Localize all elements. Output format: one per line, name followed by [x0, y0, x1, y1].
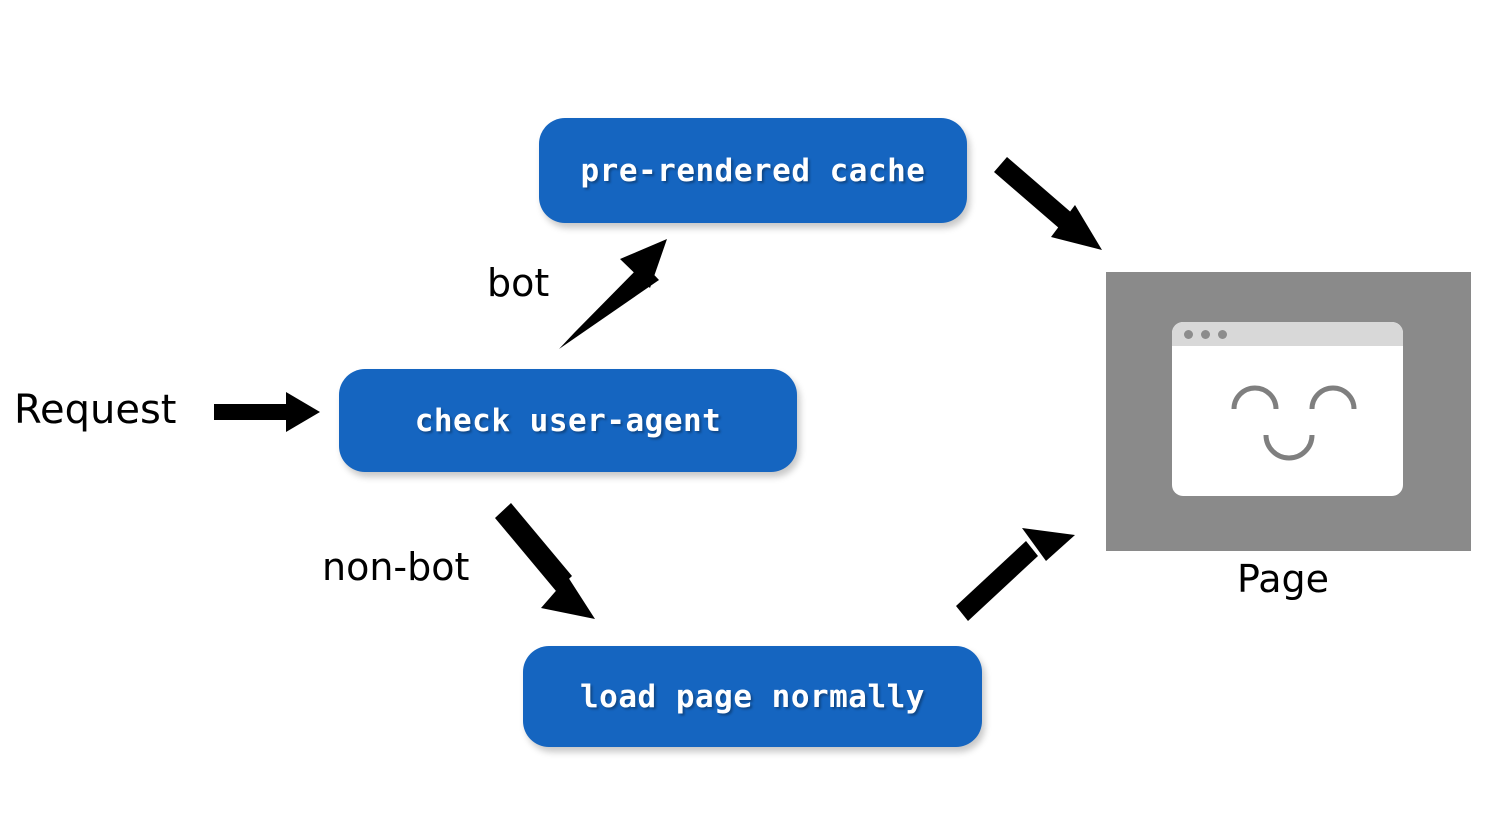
node-check-user-agent-label: check user-agent — [414, 402, 722, 439]
page-artwork-panel — [1106, 272, 1471, 551]
window-dot-icon-1 — [1184, 330, 1193, 339]
diagram-canvas: pre-rendered cache check user-agent load… — [0, 0, 1502, 836]
node-load-page-normally[interactable]: load page normally — [523, 646, 982, 747]
node-check-user-agent[interactable]: check user-agent — [339, 369, 797, 472]
arrow-check-to-cache — [559, 239, 667, 349]
node-pre-rendered-cache[interactable]: pre-rendered cache — [539, 118, 967, 223]
edge-label-non-bot: non-bot — [322, 545, 470, 589]
label-page: Page — [1237, 557, 1329, 601]
arrow-load-to-page — [956, 528, 1075, 621]
label-request: Request — [14, 387, 177, 433]
browser-titlebar — [1172, 322, 1403, 346]
window-dot-icon-3 — [1218, 330, 1227, 339]
node-pre-rendered-cache-label: pre-rendered cache — [580, 152, 926, 189]
arrow-cache-to-page — [994, 157, 1102, 250]
window-dot-icon-2 — [1201, 330, 1210, 339]
arrow-request-to-check — [214, 392, 320, 432]
smiley-face-icon — [1231, 385, 1357, 461]
edge-label-bot: bot — [487, 261, 550, 305]
browser-window-mockup — [1172, 322, 1403, 496]
arrow-check-to-load — [495, 503, 595, 619]
node-load-page-normally-label: load page normally — [580, 678, 925, 715]
